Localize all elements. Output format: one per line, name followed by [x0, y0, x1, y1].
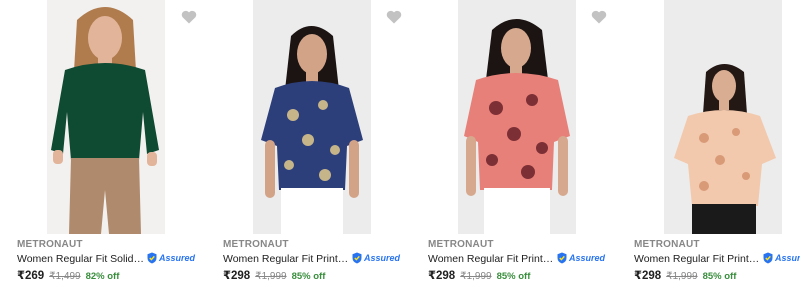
- print-motif: [287, 109, 299, 121]
- assured-label: Assured: [364, 253, 401, 263]
- assured-badge: Assured: [557, 252, 605, 264]
- product-image-4[interactable]: [664, 0, 782, 234]
- shield-icon: [763, 252, 773, 264]
- assured-label: Assured: [159, 253, 196, 263]
- print-motif: [699, 181, 709, 191]
- product-card-2[interactable]: METRONAUT Women Regular Fit Printed Spre…: [205, 0, 410, 282]
- model-photo: [253, 0, 371, 234]
- shield-icon: [557, 252, 567, 264]
- discount-percent: 85% off: [702, 271, 737, 282]
- print-motif: [521, 165, 535, 179]
- shield-icon: [147, 252, 157, 264]
- assured-label: Assured: [775, 253, 800, 263]
- product-brand: METRONAUT: [223, 239, 289, 250]
- arm-left: [265, 140, 275, 198]
- original-price: ₹1,999: [666, 271, 698, 282]
- print-motif: [318, 100, 328, 110]
- product-image-2[interactable]: [253, 0, 371, 234]
- face: [501, 28, 531, 68]
- assured-badge: Assured: [763, 252, 800, 264]
- arm-right: [558, 136, 568, 196]
- heart-icon[interactable]: [181, 10, 197, 24]
- trousers: [281, 188, 343, 234]
- neck: [719, 100, 729, 110]
- print-motif: [330, 145, 340, 155]
- print-motif: [486, 154, 498, 166]
- product-image-3[interactable]: [458, 0, 576, 234]
- product-card-1[interactable]: METRONAUT Women Regular Fit Solid Curved…: [0, 0, 205, 282]
- hand-left: [53, 150, 63, 164]
- heart-icon[interactable]: [386, 10, 402, 24]
- product-brand: METRONAUT: [17, 239, 83, 250]
- print-motif: [715, 155, 725, 165]
- trousers: [692, 204, 756, 234]
- selling-price: ₹298: [634, 270, 662, 282]
- arm-right: [349, 140, 359, 198]
- discount-percent: 82% off: [85, 271, 120, 282]
- face: [297, 34, 327, 74]
- product-card-3[interactable]: METRONAUT Women Regular Fit Printed Spre…: [410, 0, 615, 282]
- print-motif: [302, 134, 314, 146]
- price-row: ₹298 ₹1,999 85% off: [634, 268, 736, 282]
- selling-price: ₹298: [223, 270, 251, 282]
- discount-percent: 85% off: [291, 271, 326, 282]
- product-grid: METRONAUT Women Regular Fit Solid Curved…: [0, 0, 800, 282]
- print-motif: [319, 169, 331, 181]
- print-motif: [284, 160, 294, 170]
- price-row: ₹298 ₹1,999 85% off: [428, 268, 530, 282]
- print-motif: [489, 101, 503, 115]
- product-brand: METRONAUT: [428, 239, 494, 250]
- print-motif: [699, 133, 709, 143]
- discount-percent: 85% off: [496, 271, 531, 282]
- print-motif: [536, 142, 548, 154]
- assured-badge: Assured: [352, 252, 400, 264]
- neck: [306, 70, 318, 82]
- original-price: ₹1,499: [49, 271, 81, 282]
- price-row: ₹298 ₹1,999 85% off: [223, 268, 325, 282]
- model-photo: [47, 0, 165, 234]
- hand-right: [147, 152, 157, 166]
- product-image-1[interactable]: [47, 0, 165, 234]
- product-card-4[interactable]: METRONAUT Women Regular Fit Printed Spre…: [615, 0, 800, 282]
- print-motif: [526, 94, 538, 106]
- model-photo: [664, 0, 782, 234]
- product-title[interactable]: Women Regular Fit Printed Spre...: [634, 253, 762, 265]
- price-row: ₹269 ₹1,499 82% off: [17, 268, 119, 282]
- print-motif: [732, 128, 740, 136]
- original-price: ₹1,999: [460, 271, 492, 282]
- print-motif: [507, 127, 521, 141]
- shield-icon: [352, 252, 362, 264]
- print-motif: [742, 172, 750, 180]
- face: [712, 70, 736, 102]
- selling-price: ₹269: [17, 270, 45, 282]
- assured-label: Assured: [569, 253, 606, 263]
- original-price: ₹1,999: [255, 271, 287, 282]
- trousers: [484, 188, 550, 234]
- product-brand: METRONAUT: [634, 239, 700, 250]
- heart-icon[interactable]: [591, 10, 607, 24]
- arm-left: [466, 136, 476, 196]
- selling-price: ₹298: [428, 270, 456, 282]
- product-title[interactable]: Women Regular Fit Printed Spre...: [428, 253, 556, 265]
- product-title[interactable]: Women Regular Fit Printed Spre...: [223, 253, 351, 265]
- face: [88, 16, 122, 60]
- model-photo: [458, 0, 576, 234]
- product-title[interactable]: Women Regular Fit Solid Curved...: [17, 253, 145, 265]
- assured-badge: Assured: [147, 252, 195, 264]
